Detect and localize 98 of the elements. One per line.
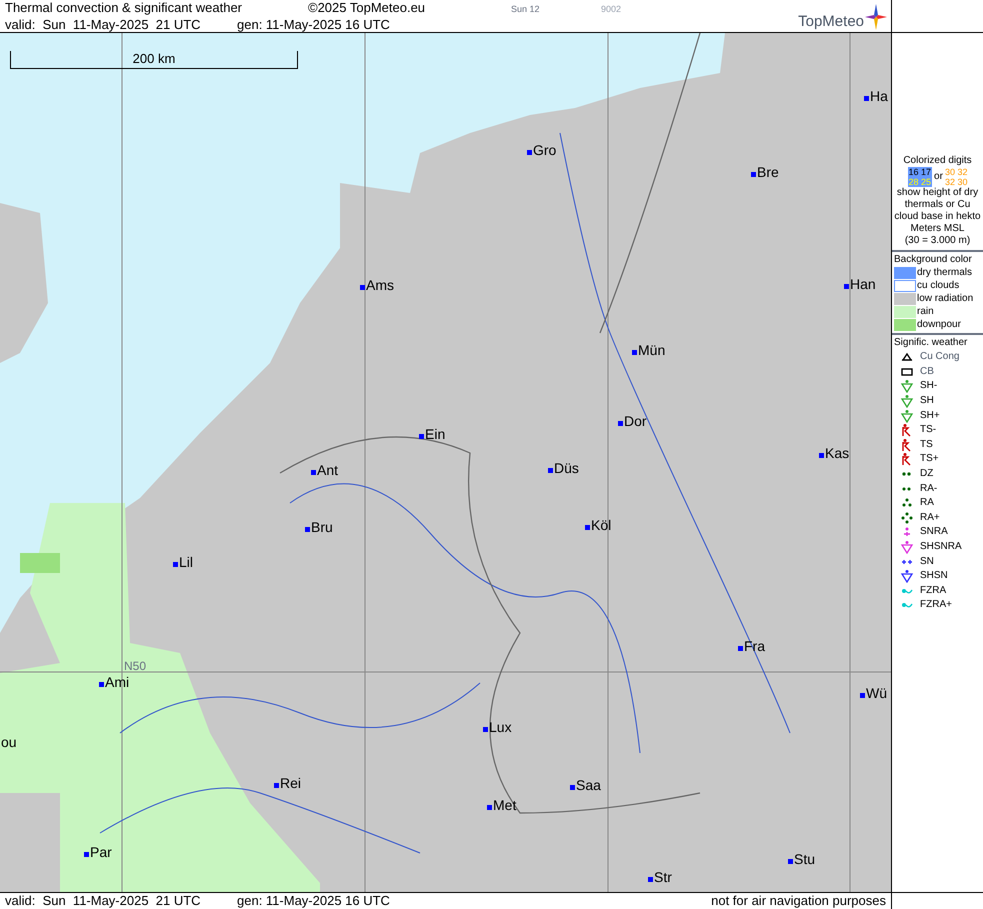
legend-title: Background color xyxy=(894,254,973,266)
city-marker xyxy=(864,96,869,101)
city-marker xyxy=(751,172,756,177)
city-label: Han xyxy=(850,276,876,292)
city-marker xyxy=(648,877,653,882)
legend-label: low radiation xyxy=(917,292,974,304)
city-marker xyxy=(99,682,104,687)
city-marker xyxy=(274,783,279,788)
city-marker xyxy=(548,468,553,473)
legend-label: SHSNRA xyxy=(920,541,962,554)
legend-example: (30 = 3.000 m) xyxy=(904,235,970,247)
city-label: Ami xyxy=(105,674,130,690)
city-label: Gro xyxy=(533,142,556,158)
legend-label: downpour xyxy=(917,318,961,330)
city-marker xyxy=(305,527,310,532)
legend-label: FZRA xyxy=(920,584,946,597)
city-label: ou xyxy=(1,734,17,750)
city-marker xyxy=(570,785,575,790)
legend-label: cu clouds xyxy=(917,280,960,292)
legend-label: Cu Cong xyxy=(920,351,960,364)
city-label: Saa xyxy=(576,777,601,793)
city-marker xyxy=(84,852,89,857)
city-marker xyxy=(819,453,824,458)
city-label: Köl xyxy=(591,517,612,533)
city-label: Bre xyxy=(757,164,779,180)
city-marker xyxy=(311,470,316,475)
city-label: Rei xyxy=(280,775,302,791)
legend-label: CB xyxy=(920,366,934,378)
city-label: Kas xyxy=(825,445,850,461)
city-marker xyxy=(173,562,178,567)
city-label: Dor xyxy=(624,413,647,429)
city-marker xyxy=(860,693,865,698)
disclaimer-text: not for air navigation purposes xyxy=(711,893,886,909)
city-marker xyxy=(788,859,793,864)
legend-label: TS+ xyxy=(920,453,939,466)
legend-label: TS xyxy=(920,438,933,451)
city-label: Wü xyxy=(866,685,887,701)
city-marker xyxy=(419,434,424,439)
city-label: Par xyxy=(90,844,112,860)
weather-symbol-icon xyxy=(900,540,914,554)
city-marker xyxy=(527,150,532,155)
legend-label: RA xyxy=(920,497,934,510)
copyright-text: ©2025 TopMeteo.eu xyxy=(308,0,426,16)
city-label: Ant xyxy=(317,462,338,478)
scale-label: 200 km xyxy=(132,51,176,66)
latitude-label: N50 xyxy=(124,658,146,675)
digit-sample: 30 32 32 30 xyxy=(944,167,968,187)
city-label: Mün xyxy=(638,342,666,358)
legend-label: dry thermals xyxy=(917,266,972,278)
generated-time: gen: 11-May-2025 16 UTC xyxy=(237,17,390,33)
weather-symbol-icon xyxy=(900,510,914,525)
city-label: Stu xyxy=(794,851,816,867)
city-label: Bru xyxy=(311,519,333,535)
legend-label: SH+ xyxy=(920,410,940,422)
city-label: Ha xyxy=(870,88,888,104)
or-label: or xyxy=(934,171,943,183)
city-label: Str xyxy=(654,869,672,885)
day-label: Sun 12 xyxy=(511,3,541,16)
generated-time: gen: 11-May-2025 16 UTC xyxy=(237,893,390,909)
legend-label: SH xyxy=(920,395,934,408)
city-label: Düs xyxy=(554,460,579,476)
city-marker xyxy=(632,350,637,355)
valid-time: valid: Sun 11-May-2025 21 UTC xyxy=(5,893,202,909)
city-marker xyxy=(487,805,492,810)
logo-text: TopMeteo xyxy=(798,14,864,30)
legend-label: rain xyxy=(917,306,934,318)
code-label: 9002 xyxy=(601,3,622,16)
legend-label: SH- xyxy=(920,380,938,392)
legend-label: SN xyxy=(920,556,934,568)
city-label: Lil xyxy=(179,554,194,570)
weather-symbol-icon xyxy=(900,394,914,408)
city-marker xyxy=(360,285,365,290)
weather-symbol-icon xyxy=(900,379,914,394)
legend-label: SHSN xyxy=(920,570,948,582)
legend-label: RA+ xyxy=(920,512,940,524)
city-marker xyxy=(618,421,623,426)
city-marker xyxy=(738,646,743,651)
city-marker xyxy=(844,284,849,289)
legend-label: DZ xyxy=(920,468,934,480)
map-title: Thermal convection & significant weather xyxy=(5,0,244,16)
city-label: Ams xyxy=(366,277,394,293)
legend-label: SNRA xyxy=(920,526,948,538)
legend-label: FZRA+ xyxy=(920,599,952,612)
city-label: Met xyxy=(493,797,516,813)
legend-label: TS- xyxy=(920,424,936,436)
city-marker xyxy=(585,525,590,530)
weather-symbol-icon xyxy=(900,408,914,423)
city-marker xyxy=(483,727,488,732)
valid-time: valid: Sun 11-May-2025 21 UTC xyxy=(5,17,202,33)
legend-title: Colorized digits xyxy=(903,155,972,167)
city-label: Lux xyxy=(489,719,512,735)
compass-star-icon xyxy=(865,4,887,30)
city-label: Ein xyxy=(425,426,446,442)
digit-sample: 16 17 28 25 xyxy=(908,167,932,187)
weather-symbol-icon xyxy=(900,569,914,584)
legend-title: Signific. weather xyxy=(894,337,968,349)
legend-label: RA- xyxy=(920,482,938,495)
legend-description: show height of dry thermals or Cu cloud base in hekto Meters MSL xyxy=(894,187,981,235)
